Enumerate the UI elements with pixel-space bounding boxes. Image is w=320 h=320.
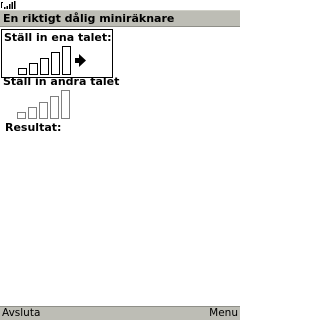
first-number-level-bars[interactable] — [18, 44, 106, 76]
softkey-bar: Avsluta Menu — [0, 306, 240, 320]
second-number-gauge[interactable]: Ställ in andra talet — [1, 74, 119, 123]
first-number-label: Ställ in ena talet: — [4, 31, 112, 44]
menu-softkey[interactable]: Menu — [209, 307, 238, 319]
app-title: En riktigt dålig miniräknare — [3, 12, 175, 25]
first-number-gauge[interactable]: Ställ in ena talet: — [1, 29, 113, 78]
second-number-label: Ställ in andra talet — [3, 75, 120, 88]
signal-strength-icon — [1, 1, 16, 9]
second-number-level-bars[interactable] — [17, 88, 105, 120]
right-arrow-icon — [75, 54, 86, 67]
main-form: Ställ in ena talet: Ställ in andra talet… — [0, 28, 240, 306]
title-bar: En riktigt dålig miniräknare — [0, 10, 240, 27]
result-label: Resultat: — [5, 121, 62, 134]
exit-softkey[interactable]: Avsluta — [2, 307, 40, 319]
status-bar — [0, 0, 240, 10]
